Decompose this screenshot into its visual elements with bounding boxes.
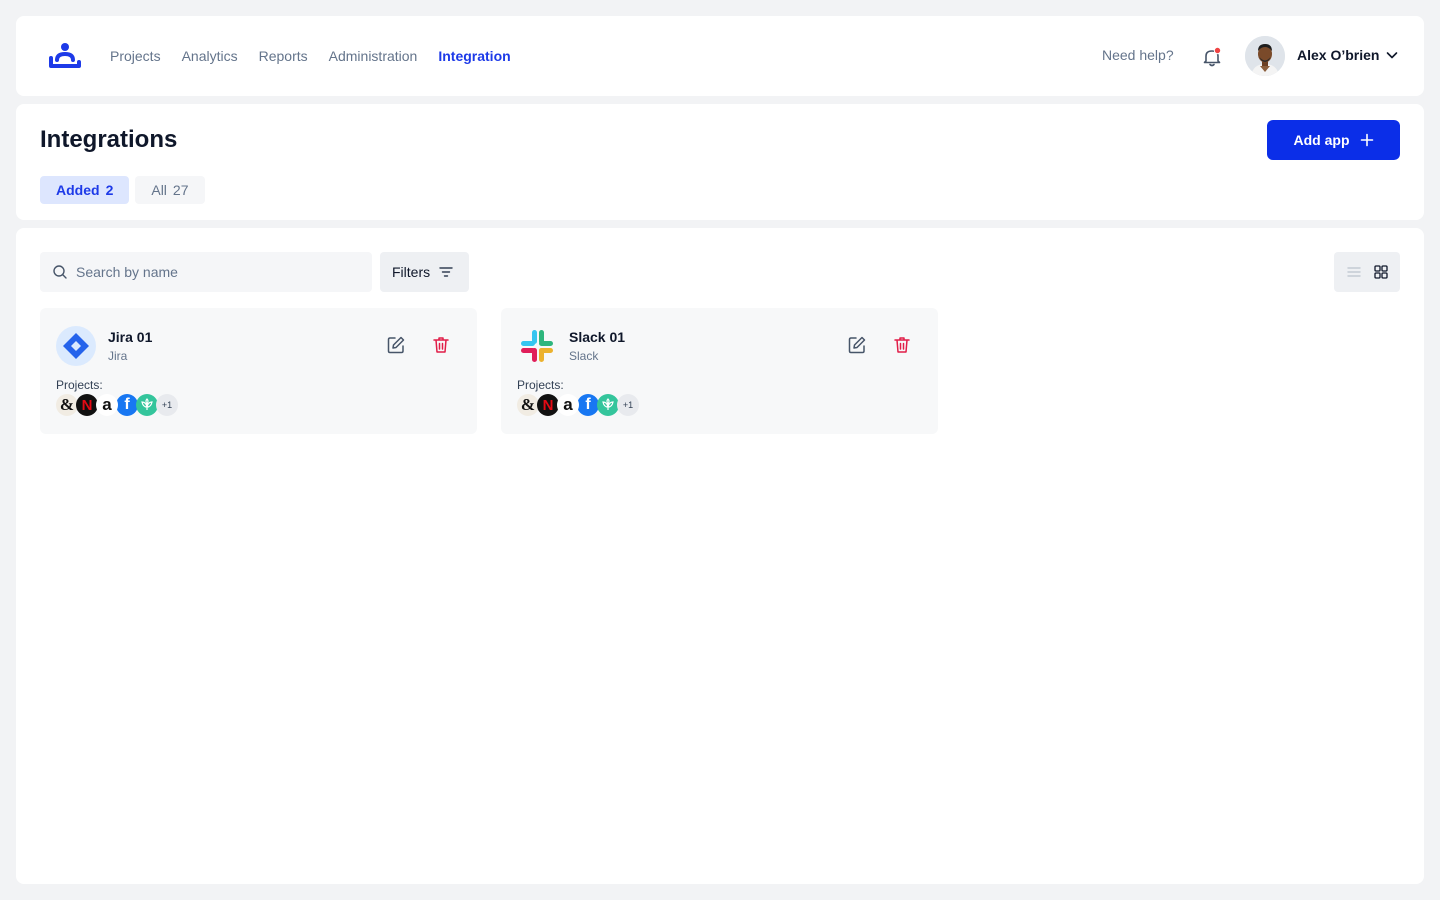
ampersand-project-icon[interactable]: & bbox=[517, 394, 539, 416]
facebook-project-icon[interactable]: f bbox=[116, 394, 138, 416]
trash-icon[interactable] bbox=[431, 335, 451, 355]
list-view-icon bbox=[1346, 267, 1361, 277]
facebook-project-icon[interactable]: f bbox=[577, 394, 599, 416]
tab-all[interactable]: All 27 bbox=[135, 176, 205, 204]
amazon-project-icon[interactable]: a bbox=[96, 394, 118, 416]
nav-item-integration[interactable]: Integration bbox=[438, 48, 510, 64]
view-toggle bbox=[1334, 252, 1400, 292]
ampersand-project-icon[interactable]: & bbox=[56, 394, 78, 416]
nav-item-projects[interactable]: Projects bbox=[110, 48, 161, 64]
leaf-project-icon[interactable] bbox=[597, 394, 619, 416]
integration-name: Jira 01 bbox=[108, 329, 153, 345]
brand-logo-icon[interactable] bbox=[48, 42, 82, 70]
project-avatars: & N a f +1 bbox=[56, 394, 178, 416]
page-title: Integrations bbox=[40, 126, 178, 153]
projects-label: Projects: bbox=[56, 378, 103, 392]
filter-icon bbox=[439, 267, 453, 277]
integration-app: Slack bbox=[569, 349, 599, 363]
more-projects-badge[interactable]: +1 bbox=[617, 394, 639, 416]
tab-all-label: All bbox=[151, 182, 167, 198]
project-avatars: & N a f +1 bbox=[517, 394, 639, 416]
help-link[interactable]: Need help? bbox=[1102, 47, 1174, 63]
chevron-down-icon bbox=[1387, 52, 1398, 59]
edit-icon[interactable] bbox=[386, 335, 406, 355]
user-name: Alex O’brien bbox=[1297, 47, 1380, 63]
bell-icon[interactable] bbox=[1201, 46, 1223, 68]
tab-added-count: 2 bbox=[105, 182, 114, 198]
projects-label: Projects: bbox=[517, 378, 564, 392]
search-input[interactable] bbox=[76, 264, 356, 280]
page-header: Integrations Add app Added 2 All 27 bbox=[16, 104, 1424, 220]
search-icon bbox=[53, 265, 67, 279]
avatar[interactable] bbox=[1245, 36, 1285, 76]
integrations-content: Filters Jira 01 Jira bbox=[16, 228, 1424, 884]
user-menu[interactable]: Alex O’brien bbox=[1297, 47, 1399, 63]
grid-view-button[interactable] bbox=[1371, 262, 1391, 282]
nav-item-administration[interactable]: Administration bbox=[329, 48, 418, 64]
plus-icon bbox=[1360, 133, 1373, 147]
integration-name: Slack 01 bbox=[569, 329, 626, 345]
integration-tabs: Added 2 All 27 bbox=[40, 176, 211, 204]
grid-view-icon bbox=[1373, 265, 1388, 279]
filters-button[interactable]: Filters bbox=[380, 252, 469, 292]
top-navigation-bar: Projects Analytics Reports Administratio… bbox=[16, 16, 1424, 96]
trash-icon[interactable] bbox=[892, 335, 912, 355]
add-app-label: Add app bbox=[1293, 132, 1350, 148]
tab-all-count: 27 bbox=[172, 182, 189, 198]
filters-label: Filters bbox=[392, 264, 431, 280]
nav-item-reports[interactable]: Reports bbox=[259, 48, 308, 64]
add-app-button[interactable]: Add app bbox=[1267, 120, 1400, 160]
amazon-project-icon[interactable]: a bbox=[557, 394, 579, 416]
integration-card-slack[interactable]: Slack 01 Slack Projects: & N a f +1 bbox=[501, 308, 938, 434]
integration-card-jira[interactable]: Jira 01 Jira Projects: & N a f +1 bbox=[40, 308, 477, 434]
slack-logo-icon bbox=[517, 326, 557, 366]
leaf-project-icon[interactable] bbox=[136, 394, 158, 416]
tab-added-label: Added bbox=[56, 182, 100, 198]
jira-logo-icon bbox=[56, 326, 96, 366]
netflix-project-icon[interactable]: N bbox=[537, 394, 559, 416]
main-nav: Projects Analytics Reports Administratio… bbox=[110, 16, 532, 96]
list-view-button[interactable] bbox=[1344, 262, 1364, 282]
integration-app: Jira bbox=[108, 349, 128, 363]
more-projects-badge[interactable]: +1 bbox=[156, 394, 178, 416]
tab-added[interactable]: Added 2 bbox=[40, 176, 130, 204]
search-box bbox=[40, 252, 372, 292]
netflix-project-icon[interactable]: N bbox=[76, 394, 98, 416]
nav-item-analytics[interactable]: Analytics bbox=[182, 48, 238, 64]
edit-icon[interactable] bbox=[847, 335, 867, 355]
